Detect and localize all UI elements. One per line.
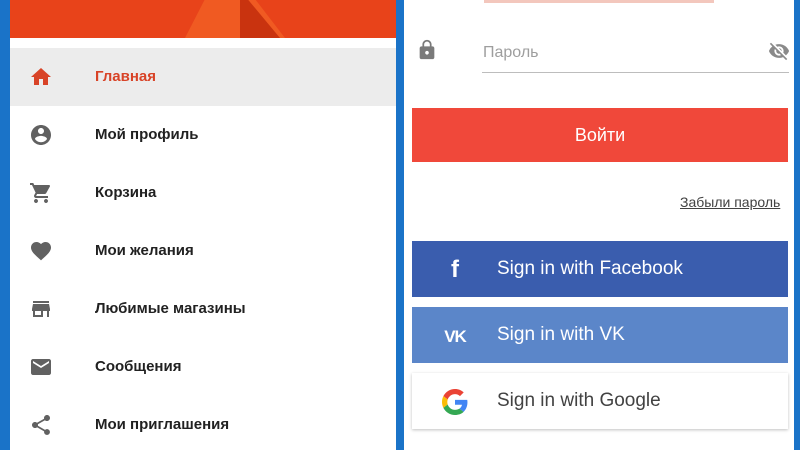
drawer-menu: Главная Мой профиль Корзина Мои желания …	[10, 48, 396, 450]
visibility-off-icon[interactable]	[766, 40, 792, 62]
store-icon	[29, 297, 53, 321]
facebook-icon: f	[451, 256, 459, 283]
header-decoration-shape	[240, 0, 280, 38]
login-button[interactable]: Войти	[412, 108, 788, 162]
menu-item-label: Мой профиль	[95, 126, 199, 143]
menu-item-label: Главная	[95, 68, 157, 85]
google-icon	[442, 389, 468, 415]
google-signin-label: Sign in with Google	[497, 390, 661, 411]
menu-item-label: Сообщения	[95, 358, 182, 375]
vk-icon: VK	[444, 326, 467, 346]
lock-icon	[416, 38, 438, 62]
menu-item-cart[interactable]: Корзина	[10, 164, 396, 222]
menu-item-label: Мои желания	[95, 242, 194, 259]
menu-item-home[interactable]: Главная	[10, 48, 396, 106]
password-input[interactable]	[482, 34, 789, 73]
menu-item-wishlist[interactable]: Мои желания	[10, 222, 396, 280]
input-field-edge	[484, 0, 714, 3]
facebook-signin-button[interactable]: f Sign in with Facebook	[412, 241, 788, 297]
navigation-drawer: Главная Мой профиль Корзина Мои желания …	[10, 0, 396, 450]
menu-item-label: Любимые магазины	[95, 300, 246, 317]
menu-item-label: Мои приглашения	[95, 416, 230, 433]
menu-item-profile[interactable]: Мой профиль	[10, 106, 396, 164]
forgot-password-link[interactable]: Забыли пароль	[680, 194, 780, 210]
google-signin-button[interactable]: Sign in with Google	[412, 373, 788, 429]
drawer-header-banner	[10, 0, 396, 38]
home-icon	[29, 65, 53, 89]
menu-item-messages[interactable]: Сообщения	[10, 338, 396, 396]
cart-icon	[29, 181, 53, 205]
facebook-signin-label: Sign in with Facebook	[497, 258, 683, 279]
vk-signin-button[interactable]: VK Sign in with VK	[412, 307, 788, 363]
account-circle-icon	[29, 123, 53, 147]
heart-icon	[29, 239, 53, 263]
menu-item-favorite-stores[interactable]: Любимые магазины	[10, 280, 396, 338]
share-icon	[29, 413, 53, 437]
login-screen: Войти Забыли пароль f Sign in with Faceb…	[404, 0, 794, 450]
menu-item-label: Корзина	[95, 184, 157, 201]
menu-item-invitations[interactable]: Мои приглашения	[10, 396, 396, 450]
mail-icon	[29, 355, 53, 379]
vk-signin-label: Sign in with VK	[497, 324, 625, 345]
